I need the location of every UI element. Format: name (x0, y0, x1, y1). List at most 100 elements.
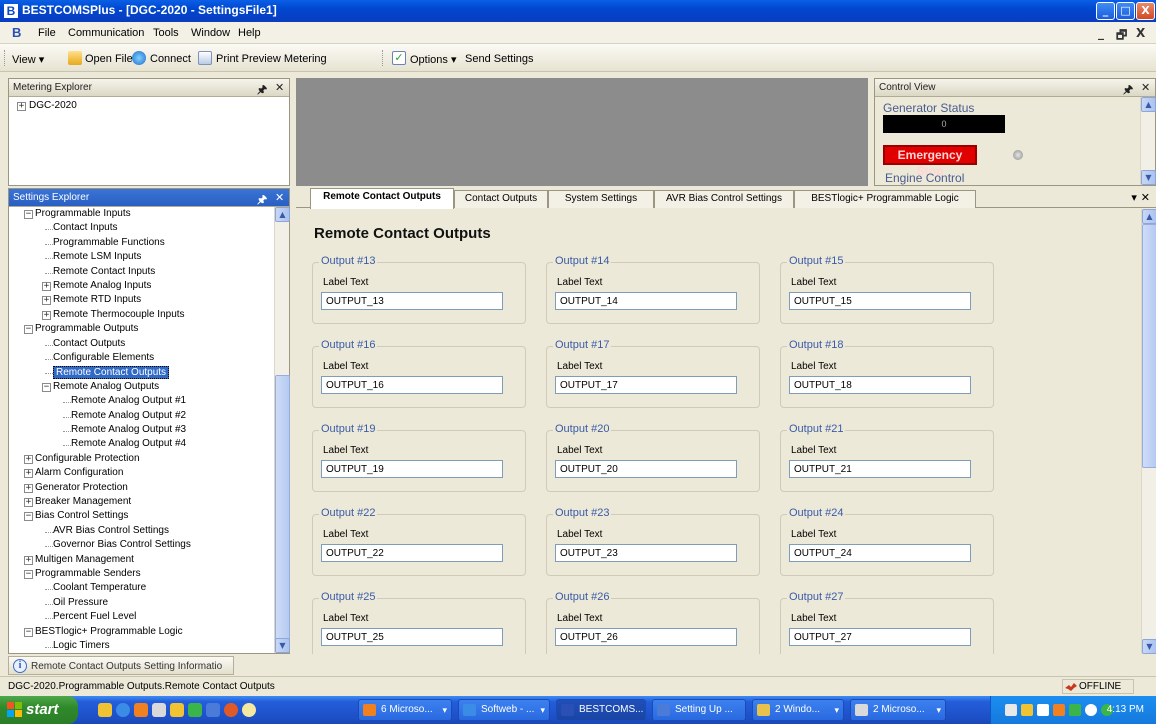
tree-node[interactable]: Remote Thermocouple Inputs (53, 309, 185, 320)
tree-node[interactable]: BESTlogic+ Programmable Logic (35, 626, 183, 637)
options-dropdown[interactable]: Options ▾ (410, 53, 457, 66)
tree-node[interactable]: Programmable Senders (35, 568, 141, 579)
tree-toggle-icon[interactable]: − (24, 627, 33, 637)
toolbar-grip[interactable] (4, 50, 7, 66)
tree-toggle-icon[interactable]: + (24, 454, 33, 464)
scroll-down-icon[interactable]: ▼ (275, 638, 290, 653)
mdi-minimize-button[interactable]: _ (1098, 26, 1104, 40)
tree-toggle-icon[interactable]: − (24, 570, 33, 579)
quicklaunch-icon-6[interactable] (188, 703, 202, 717)
tray-icon-2[interactable] (1021, 704, 1033, 716)
pin-icon[interactable]: 🖈 (1123, 81, 1133, 100)
tree-toggle-icon[interactable]: − (24, 210, 33, 219)
tree-node[interactable]: Alarm Configuration (35, 467, 123, 478)
connect-button[interactable]: Connect (150, 53, 191, 65)
taskbar-button[interactable]: 2 Windo... ▾ (752, 699, 844, 721)
tree-node[interactable]: Bias Control Settings (35, 510, 128, 521)
label-text-input[interactable] (789, 292, 971, 310)
tree-node[interactable]: Remote RTD Inputs (53, 294, 141, 305)
menu-tools[interactable]: Tools (153, 27, 179, 39)
tree-toggle-icon[interactable]: − (42, 382, 51, 392)
label-text-input[interactable] (789, 376, 971, 394)
quicklaunch-icon-5[interactable] (170, 703, 184, 717)
menu-communication[interactable]: Communication (68, 27, 144, 39)
tree-node[interactable]: Programmable Inputs (35, 208, 131, 219)
close-icon[interactable]: ✕ (275, 191, 284, 204)
label-text-input[interactable] (555, 460, 737, 478)
tree-toggle-icon[interactable]: − (24, 512, 33, 522)
tree-node[interactable]: Governor Bias Control Settings (53, 539, 191, 550)
taskbar-button[interactable]: 6 Microso... ▾ (358, 699, 452, 721)
tab-remote-contact-outputs[interactable]: Remote Contact Outputs (310, 188, 454, 209)
scroll-down-icon[interactable]: ▼ (1142, 639, 1156, 654)
quicklaunch-icon-8[interactable] (224, 703, 238, 717)
content-scrollbar[interactable]: ▲ ▼ (1141, 209, 1156, 654)
scroll-thumb[interactable] (275, 375, 290, 640)
settings-scrollbar[interactable]: ▲ ▼ (274, 207, 290, 653)
label-text-input[interactable] (321, 376, 503, 394)
tree-node[interactable]: Remote Analog Inputs (53, 280, 151, 291)
menu-help[interactable]: Help (238, 27, 261, 39)
view-dropdown[interactable]: View ▾ (12, 53, 44, 66)
tree-toggle-icon[interactable]: + (42, 282, 51, 291)
toolbar-grip-2[interactable] (382, 50, 385, 66)
tree-toggle-icon[interactable]: − (24, 325, 33, 335)
tree-node[interactable]: Remote Analog Outputs (53, 381, 159, 392)
tree-node[interactable]: Percent Fuel Level (53, 611, 136, 622)
tree-toggle-icon[interactable]: + (24, 555, 33, 565)
tree-node[interactable]: Oil Pressure (53, 597, 108, 608)
label-text-input[interactable] (321, 292, 503, 310)
tree-toggle-icon[interactable]: + (24, 483, 33, 493)
label-text-input[interactable] (321, 628, 503, 646)
quicklaunch-ie-icon[interactable] (116, 703, 130, 717)
tree-toggle-icon[interactable]: + (42, 310, 51, 320)
tree-toggle-icon[interactable]: + (24, 469, 33, 479)
tree-node[interactable]: Remote Analog Output #4 (71, 438, 186, 449)
close-icon[interactable]: ✕ (275, 81, 284, 94)
quicklaunch-icon-4[interactable] (152, 703, 166, 717)
tree-node-dgc-2020[interactable]: DGC-2020 (29, 100, 77, 111)
tree-node[interactable]: AVR Bias Control Settings (53, 525, 169, 536)
tree-node[interactable]: Multigen Management (35, 554, 134, 565)
label-text-input[interactable] (789, 460, 971, 478)
menu-file[interactable]: File (38, 27, 56, 39)
tree-node[interactable]: Remote Contact Outputs (53, 366, 170, 380)
label-text-input[interactable] (555, 376, 737, 394)
tray-help-icon[interactable] (1037, 704, 1049, 716)
tray-icon-6[interactable] (1085, 704, 1097, 716)
scroll-up-icon[interactable]: ▲ (1141, 97, 1156, 112)
send-settings-button[interactable]: Send Settings (465, 53, 534, 65)
label-text-input[interactable] (555, 292, 737, 310)
label-text-input[interactable] (555, 628, 737, 646)
taskbar-button[interactable]: Setting Up ... (652, 699, 746, 721)
emergency-stop-button[interactable]: Emergency Stop (883, 145, 977, 178)
label-text-input[interactable] (555, 544, 737, 562)
tree-node[interactable]: Logic Timers (53, 640, 110, 651)
menu-window[interactable]: Window (191, 27, 230, 39)
tree-toggle-icon[interactable]: + (42, 296, 51, 306)
tab-list-and-close-icon[interactable]: ▾ ✕ (1131, 191, 1150, 204)
label-text-input[interactable] (321, 460, 503, 478)
tree-node[interactable]: Programmable Outputs (35, 323, 138, 334)
tree-node[interactable]: Programmable Functions (53, 237, 165, 248)
scroll-thumb[interactable] (1142, 224, 1156, 468)
label-text-input[interactable] (321, 544, 503, 562)
tray-icon-1[interactable] (1005, 704, 1017, 716)
tree-node[interactable]: Configurable Elements (53, 352, 154, 363)
mdi-close-button[interactable]: X (1136, 26, 1145, 40)
tree-node[interactable]: Remote Contact Inputs (53, 266, 155, 277)
quicklaunch-icon-9[interactable] (242, 703, 256, 717)
tree-node[interactable]: Configurable Protection (35, 453, 140, 464)
close-button[interactable]: X (1136, 2, 1155, 20)
scroll-up-icon[interactable]: ▲ (1142, 209, 1156, 224)
scroll-up-icon[interactable]: ▲ (275, 207, 290, 222)
quicklaunch-icon-1[interactable] (98, 703, 112, 717)
maximize-button[interactable]: □ (1116, 2, 1135, 20)
tray-icon-5[interactable] (1069, 704, 1081, 716)
clock[interactable]: 4:13 PM (1107, 704, 1144, 715)
document-icon[interactable]: B (12, 26, 24, 39)
tree-node[interactable]: Coolant Temperature (53, 582, 146, 593)
tab-contact-outputs[interactable]: Contact Outputs (454, 190, 548, 208)
scroll-down-icon[interactable]: ▼ (1141, 170, 1156, 185)
tree-node[interactable]: Remote LSM Inputs (53, 251, 141, 262)
